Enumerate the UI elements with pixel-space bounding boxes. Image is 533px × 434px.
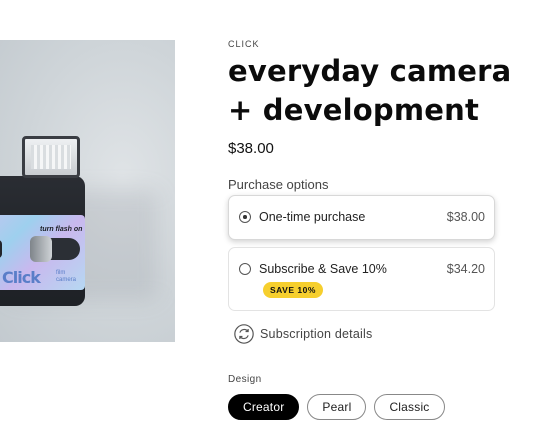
one-time-purchase-option[interactable]: One-time purchase $38.00 [228, 195, 495, 240]
subscription-refresh-icon [234, 324, 254, 344]
save-badge: SAVE 10% [263, 282, 323, 298]
camera-lens-edge [0, 240, 2, 258]
product-vendor: CLICK [228, 39, 260, 49]
design-label: Design [228, 374, 262, 385]
product-title: everyday camera + development [228, 54, 512, 127]
camera-flash [22, 136, 80, 178]
camera-flash-text: turn flash on [40, 226, 83, 233]
subscription-details-link[interactable]: Subscription details [233, 322, 372, 346]
design-option-classic[interactable]: Classic [374, 394, 445, 420]
product-price: $38.00 [228, 140, 274, 157]
option-name: One-time purchase [259, 210, 366, 224]
flash-switch-knob [30, 236, 52, 262]
radio-selected-icon[interactable] [239, 211, 251, 223]
subscription-details-label: Subscription details [260, 327, 373, 341]
product-image: turn flash on Click film camera [0, 40, 175, 342]
option-price: $38.00 [446, 210, 485, 224]
camera-brand-text: Click [2, 268, 41, 287]
design-options: Creator Pearl Classic [228, 394, 445, 420]
purchase-options-label: Purchase options [228, 177, 329, 192]
subscribe-save-option[interactable]: Subscribe & Save 10% $34.20 SAVE 10% [228, 247, 495, 311]
radio-unselected-icon[interactable] [239, 263, 251, 275]
design-option-creator[interactable]: Creator [228, 394, 300, 420]
option-name: Subscribe & Save 10% [259, 262, 387, 276]
design-option-pearl[interactable]: Pearl [307, 394, 367, 420]
option-price: $34.20 [446, 262, 485, 276]
camera-tagline-text: film camera [56, 270, 77, 283]
